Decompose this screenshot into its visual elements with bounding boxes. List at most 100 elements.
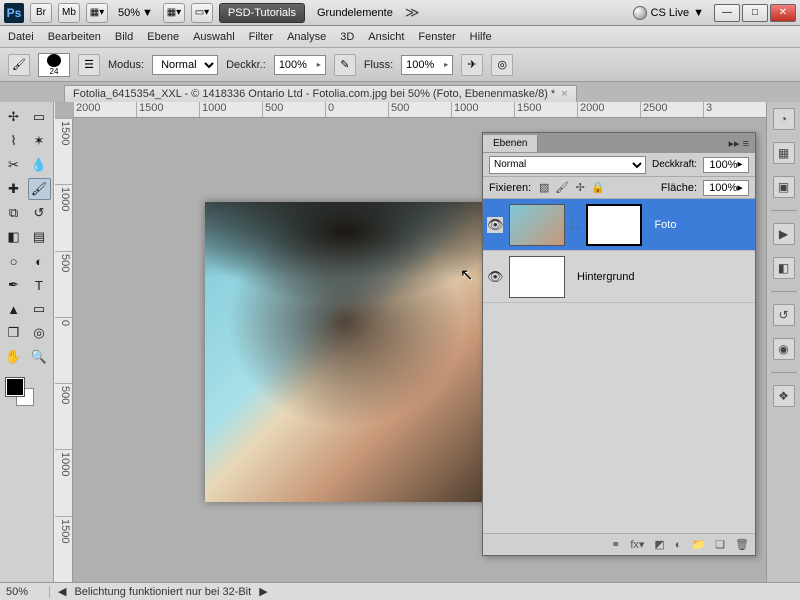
pen-tool[interactable]: ✒ bbox=[2, 274, 25, 296]
lock-pixels-icon[interactable]: 🖌 bbox=[555, 181, 569, 195]
lock-position-icon[interactable]: ✢ bbox=[573, 181, 587, 195]
bridge-button[interactable]: Br bbox=[30, 3, 52, 23]
brush-preset-picker[interactable]: 24 bbox=[38, 53, 70, 77]
blend-mode-select[interactable]: Normal bbox=[152, 55, 218, 75]
3d-tool[interactable]: ❒ bbox=[2, 322, 25, 344]
zoom-tool[interactable]: 🔍 bbox=[28, 346, 51, 368]
menu-bearbeiten[interactable]: Bearbeiten bbox=[48, 31, 101, 43]
foreground-color-swatch[interactable] bbox=[6, 378, 24, 396]
adjustments-panel-icon[interactable]: ▶ bbox=[773, 223, 795, 245]
document-tab[interactable]: Fotolia_6415354_XXL - © 1418336 Ontario … bbox=[64, 85, 577, 102]
hand-tool[interactable]: ✋ bbox=[2, 346, 25, 368]
minimize-button[interactable]: — bbox=[714, 4, 740, 22]
menu-bild[interactable]: Bild bbox=[115, 31, 133, 43]
color-swatches[interactable] bbox=[2, 376, 51, 410]
pressure-size-icon[interactable]: ◎ bbox=[491, 54, 513, 76]
flow-field[interactable]: 100%▸ bbox=[401, 55, 453, 75]
close-button[interactable]: ✕ bbox=[770, 4, 796, 22]
airbrush-icon[interactable]: ✈ bbox=[461, 54, 483, 76]
menu-filter[interactable]: Filter bbox=[249, 31, 273, 43]
new-layer-icon[interactable]: ❏ bbox=[715, 538, 725, 551]
visibility-toggle-icon[interactable]: 👁 bbox=[487, 217, 503, 233]
lasso-tool[interactable]: ⌇ bbox=[2, 130, 25, 152]
history-brush-tool[interactable]: ↺ bbox=[28, 202, 51, 224]
adjustment-layer-icon[interactable]: ◐ bbox=[675, 539, 682, 551]
menu-3d[interactable]: 3D bbox=[340, 31, 354, 43]
move-tool[interactable]: ✢ bbox=[2, 106, 25, 128]
group-icon[interactable]: 📁 bbox=[691, 538, 705, 551]
cs-live-icon bbox=[633, 6, 647, 20]
layer-mask-thumbnail[interactable] bbox=[586, 204, 642, 246]
status-nav-icon[interactable]: ◀ bbox=[58, 585, 66, 598]
history-panel-icon[interactable]: ↺ bbox=[773, 304, 795, 326]
visibility-toggle-icon[interactable]: 👁 bbox=[487, 269, 503, 285]
arrange-documents-button[interactable]: ▦▾ bbox=[163, 3, 185, 23]
layer-name[interactable]: Foto bbox=[648, 219, 751, 231]
status-nav-icon[interactable]: ▶ bbox=[259, 585, 267, 598]
gradient-tool[interactable]: ▤ bbox=[28, 226, 51, 248]
dodge-tool[interactable]: ◐ bbox=[28, 250, 51, 272]
mask-link-icon[interactable]: ⬚ bbox=[571, 219, 580, 230]
quick-select-tool[interactable]: ✶ bbox=[28, 130, 51, 152]
opacity-field[interactable]: 100%▸ bbox=[274, 55, 326, 75]
3d-camera-tool[interactable]: ◎ bbox=[28, 322, 51, 344]
healing-brush-tool[interactable]: ✚ bbox=[2, 178, 25, 200]
tool-preset-picker[interactable]: 🖌 bbox=[8, 54, 30, 76]
layers-tab[interactable]: Ebenen bbox=[483, 135, 538, 152]
color-panel-icon[interactable]: ◔ bbox=[773, 108, 795, 130]
workspace-overflow-icon[interactable]: ≫ bbox=[405, 4, 420, 21]
lock-all-icon[interactable]: 🔒 bbox=[591, 181, 605, 195]
layer-list: 👁 ⬚ Foto 👁 Hintergrund bbox=[483, 199, 755, 533]
layers-panel-icon[interactable]: ❖ bbox=[773, 385, 795, 407]
lock-label: Fixieren: bbox=[489, 182, 531, 194]
grundelemente-workspace[interactable]: Grundelemente bbox=[311, 5, 399, 21]
document-canvas[interactable] bbox=[205, 202, 485, 502]
menu-fenster[interactable]: Fenster bbox=[418, 31, 455, 43]
delete-layer-icon[interactable]: 🗑 bbox=[735, 538, 749, 551]
layer-thumbnail[interactable] bbox=[509, 256, 565, 298]
marquee-tool[interactable]: ▭ bbox=[28, 106, 51, 128]
eraser-tool[interactable]: ◧ bbox=[2, 226, 25, 248]
menu-analyse[interactable]: Analyse bbox=[287, 31, 326, 43]
psd-tutorials-workspace[interactable]: PSD-Tutorials bbox=[219, 3, 305, 23]
layer-name[interactable]: Hintergrund bbox=[571, 271, 751, 283]
menu-ebene[interactable]: Ebene bbox=[147, 31, 179, 43]
status-zoom[interactable]: 50% bbox=[6, 586, 50, 598]
lock-transparent-icon[interactable]: ▨ bbox=[537, 181, 551, 195]
layer-thumbnail[interactable] bbox=[509, 204, 565, 246]
menu-ansicht[interactable]: Ansicht bbox=[368, 31, 404, 43]
panel-menu-icon[interactable]: ▸▸ ≡ bbox=[722, 137, 755, 150]
pressure-opacity-icon[interactable]: ✎ bbox=[334, 54, 356, 76]
crop-tool[interactable]: ✂ bbox=[2, 154, 25, 176]
maximize-button[interactable]: □ bbox=[742, 4, 768, 22]
menu-datei[interactable]: Datei bbox=[8, 31, 34, 43]
layer-row[interactable]: 👁 Hintergrund bbox=[483, 251, 755, 303]
screen-mode-button[interactable]: ▭▾ bbox=[191, 3, 213, 23]
link-layers-icon[interactable]: ⚭ bbox=[611, 538, 620, 551]
layer-blend-mode-select[interactable]: Normal bbox=[489, 156, 646, 174]
brush-tool[interactable]: 🖌 bbox=[28, 178, 51, 200]
layer-mask-icon[interactable]: ◩ bbox=[654, 538, 664, 551]
minibridge-button[interactable]: Mb bbox=[58, 3, 80, 23]
layer-style-icon[interactable]: fx▾ bbox=[630, 538, 644, 551]
type-tool[interactable]: T bbox=[28, 274, 51, 296]
clone-stamp-tool[interactable]: ⧉ bbox=[2, 202, 25, 224]
masks-panel-icon[interactable]: ◧ bbox=[773, 257, 795, 279]
styles-panel-icon[interactable]: ▣ bbox=[773, 176, 795, 198]
menu-hilfe[interactable]: Hilfe bbox=[470, 31, 492, 43]
blur-tool[interactable]: ○ bbox=[2, 250, 25, 272]
cs-live-button[interactable]: CS Live▼ bbox=[633, 6, 704, 20]
brush-panel-toggle[interactable]: ☰ bbox=[78, 54, 100, 76]
eyedropper-tool[interactable]: 💧 bbox=[28, 154, 51, 176]
zoom-level-select[interactable]: 50% ▼ bbox=[114, 7, 157, 19]
swatches-panel-icon[interactable]: ▦ bbox=[773, 142, 795, 164]
layer-opacity-field[interactable]: 100% ▸ bbox=[703, 157, 749, 173]
view-extras-button[interactable]: ▦▾ bbox=[86, 3, 108, 23]
layer-row[interactable]: 👁 ⬚ Foto bbox=[483, 199, 755, 251]
menu-auswahl[interactable]: Auswahl bbox=[193, 31, 235, 43]
actions-panel-icon[interactable]: ◉ bbox=[773, 338, 795, 360]
close-tab-icon[interactable]: × bbox=[561, 88, 567, 100]
layer-fill-field[interactable]: 100% ▸ bbox=[703, 180, 749, 196]
path-select-tool[interactable]: ▲ bbox=[2, 298, 25, 320]
shape-tool[interactable]: ▭ bbox=[28, 298, 51, 320]
